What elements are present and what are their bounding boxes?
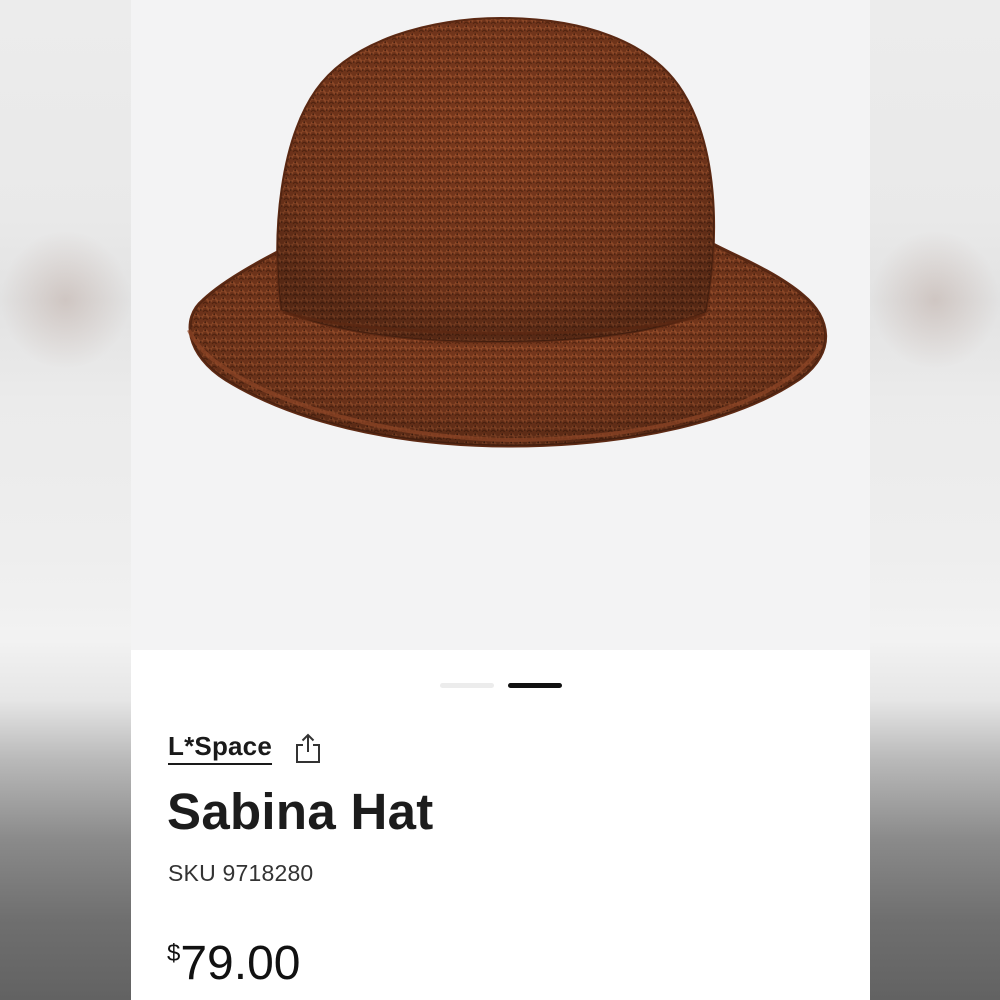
product-image <box>187 16 828 448</box>
screenshot-frame: L*Space Sabina Hat SKU 9718280 $79.00 <box>0 0 1000 1000</box>
price-amount: 79.00 <box>180 937 301 990</box>
product-title: Sabina Hat <box>167 783 434 840</box>
blurred-background-right <box>870 0 1000 1000</box>
product-page: L*Space Sabina Hat SKU 9718280 $79.00 <box>131 0 870 1000</box>
brand-link[interactable]: L*Space <box>168 731 272 762</box>
price-currency: $ <box>167 940 181 967</box>
blurred-background-left <box>0 0 131 1000</box>
product-price: $79.00 <box>167 936 300 991</box>
carousel-indicators <box>440 683 562 688</box>
share-icon[interactable] <box>294 732 322 764</box>
carousel-dot-1[interactable] <box>440 683 494 688</box>
brand-row: L*Space <box>168 730 322 764</box>
carousel-dot-2-active[interactable] <box>508 683 562 688</box>
product-sku: SKU 9718280 <box>168 860 314 886</box>
product-image-carousel[interactable] <box>131 0 870 650</box>
